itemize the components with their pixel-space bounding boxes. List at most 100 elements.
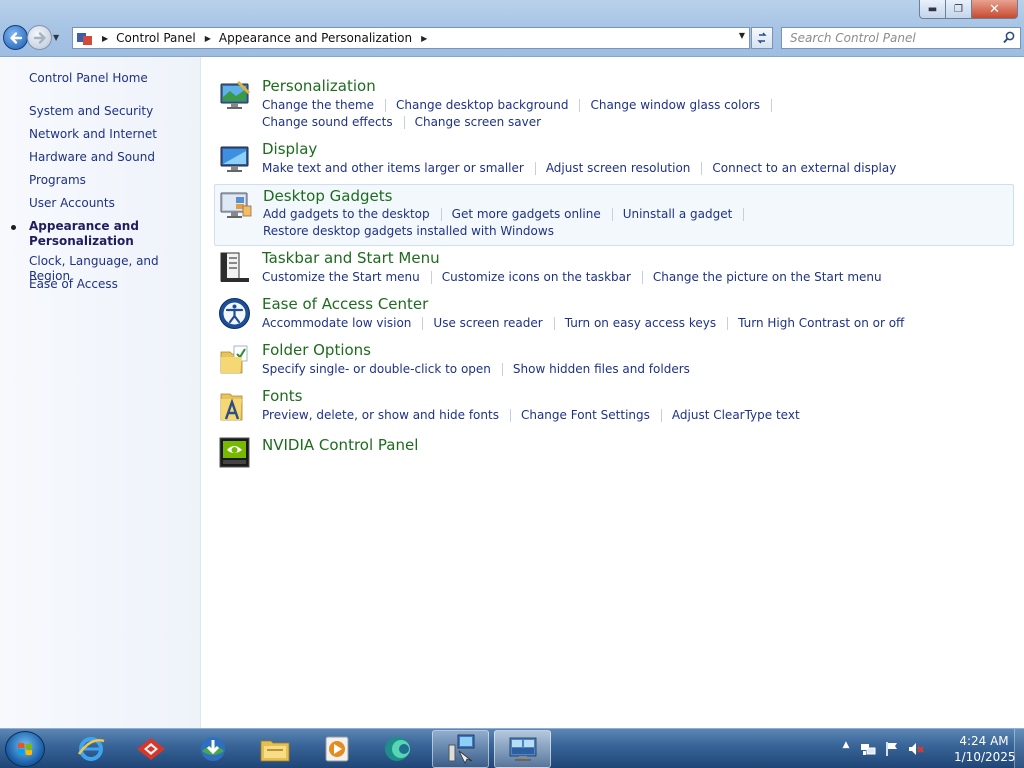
link-divider: [660, 408, 662, 422]
change-screen-saver-link[interactable]: Change screen saver: [415, 115, 542, 129]
preview-delete-fonts-link[interactable]: Preview, delete, or show and hide fonts: [262, 408, 499, 422]
category-nvidia-control-panel: NVIDIA Control Panel: [214, 434, 1014, 470]
personalization-links-row-1: Change the theme Change desktop backgrou…: [262, 98, 782, 112]
change-window-glass-colors-link[interactable]: Change window glass colors: [590, 98, 760, 112]
category-taskbar-start-menu: Taskbar and Start Menu Customize the Sta…: [214, 249, 1014, 289]
breadcrumb-chevron-icon[interactable]: ▶: [102, 34, 108, 43]
link-divider: [701, 161, 703, 175]
link-divider: [440, 207, 442, 221]
high-contrast-link[interactable]: Turn High Contrast on or off: [738, 316, 904, 330]
category-title-taskbar-start-menu[interactable]: Taskbar and Start Menu: [262, 249, 440, 267]
category-folder-options: Folder Options Specify single- or double…: [214, 341, 1014, 381]
file-explorer-icon[interactable]: [246, 730, 303, 768]
ease-links-row-1: Accommodate low vision Use screen reader…: [262, 316, 904, 330]
windows-logo-icon: [18, 742, 32, 756]
teal-app-icon[interactable]: [370, 730, 427, 768]
clock-date: 1/10/2025: [954, 750, 1016, 764]
breadcrumb-control-panel[interactable]: Control Panel: [116, 31, 196, 45]
refresh-icon: [757, 32, 767, 44]
make-text-larger-link[interactable]: Make text and other items larger or smal…: [262, 161, 524, 175]
control-panel-app-icon[interactable]: [432, 730, 489, 768]
media-player-icon[interactable]: [308, 730, 365, 768]
search-input[interactable]: [790, 31, 990, 45]
accommodate-low-vision-link[interactable]: Accommodate low vision: [262, 316, 411, 330]
connect-external-display-link[interactable]: Connect to an external display: [712, 161, 896, 175]
get-more-gadgets-link[interactable]: Get more gadgets online: [452, 207, 601, 221]
taskbar-links-row-1: Customize the Start menu Customize icons…: [262, 270, 882, 284]
category-title-nvidia[interactable]: NVIDIA Control Panel: [262, 436, 418, 454]
volume-muted-icon[interactable]: [908, 741, 924, 757]
category-personalization: Personalization Change the theme Change …: [214, 77, 1014, 133]
start-button[interactable]: [5, 731, 45, 767]
close-button[interactable]: ✕: [972, 0, 1018, 19]
category-title-folder-options[interactable]: Folder Options: [262, 341, 371, 359]
display-icon: [220, 146, 249, 172]
add-gadgets-link[interactable]: Add gadgets to the desktop: [263, 207, 430, 221]
remote-desktop-icon[interactable]: [494, 730, 551, 768]
address-dropdown-icon[interactable]: ▼: [739, 31, 745, 40]
customize-taskbar-icons-link[interactable]: Customize icons on the taskbar: [442, 270, 631, 284]
sidebar-item-programs[interactable]: Programs: [29, 173, 199, 188]
breadcrumb-chevron-icon[interactable]: ▶: [421, 34, 427, 43]
sidebar-item-ease-of-access[interactable]: Ease of Access: [29, 277, 199, 292]
category-title-desktop-gadgets[interactable]: Desktop Gadgets: [263, 187, 392, 205]
change-sound-effects-link[interactable]: Change sound effects: [262, 115, 393, 129]
current-section-bullet-icon: [11, 225, 16, 230]
back-arrow-icon: [9, 31, 22, 44]
sidebar-item-network-internet[interactable]: Network and Internet: [29, 127, 199, 142]
red-app-icon[interactable]: [122, 730, 179, 768]
show-hidden-files-link[interactable]: Show hidden files and folders: [513, 362, 690, 376]
link-divider: [743, 207, 745, 221]
customize-start-menu-link[interactable]: Customize the Start menu: [262, 270, 420, 284]
adjust-cleartype-link[interactable]: Adjust ClearType text: [672, 408, 800, 422]
easy-access-keys-link[interactable]: Turn on easy access keys: [565, 316, 716, 330]
category-title-fonts[interactable]: Fonts: [262, 387, 302, 405]
category-title-display[interactable]: Display: [262, 140, 317, 158]
link-divider: [430, 270, 432, 284]
uninstall-gadget-link[interactable]: Uninstall a gadget: [623, 207, 733, 221]
show-hidden-icons-icon[interactable]: ▲: [838, 740, 854, 756]
link-divider: [579, 98, 581, 112]
address-bar[interactable]: ▶ Control Panel ▶ Appearance and Persona…: [72, 27, 750, 49]
use-screen-reader-link[interactable]: Use screen reader: [433, 316, 542, 330]
restore-gadgets-link[interactable]: Restore desktop gadgets installed with W…: [263, 224, 554, 238]
gadgets-links-row-1: Add gadgets to the desktop Get more gadg…: [263, 207, 754, 221]
forward-arrow-icon: [33, 31, 46, 44]
action-center-flag-icon[interactable]: [884, 741, 900, 757]
adjust-screen-resolution-link[interactable]: Adjust screen resolution: [546, 161, 691, 175]
system-clock[interactable]: 4:24 AM 1/10/2025: [954, 733, 1016, 765]
network-icon[interactable]: [860, 741, 876, 757]
show-desktop-button[interactable]: [1014, 729, 1024, 768]
change-font-settings-link[interactable]: Change Font Settings: [521, 408, 650, 422]
category-display: Display Make text and other items larger…: [214, 140, 1014, 180]
fonts-links-row-1: Preview, delete, or show and hide fonts …: [262, 408, 800, 422]
back-button[interactable]: [3, 25, 28, 50]
maximize-button[interactable]: ❐: [946, 0, 972, 19]
link-divider: [534, 161, 536, 175]
control-panel-home-link[interactable]: Control Panel Home: [29, 71, 148, 85]
internet-explorer-icon[interactable]: [62, 730, 119, 768]
taskbar-icon: [220, 252, 249, 282]
forward-button[interactable]: [27, 25, 52, 50]
category-title-ease-of-access-center[interactable]: Ease of Access Center: [262, 295, 428, 313]
breadcrumb-chevron-icon[interactable]: ▶: [205, 34, 211, 43]
search-icon[interactable]: [1003, 31, 1015, 44]
refresh-button[interactable]: [751, 27, 773, 49]
recent-pages-dropdown[interactable]: ▼: [53, 33, 63, 42]
category-title-personalization[interactable]: Personalization: [262, 77, 376, 95]
minimize-button[interactable]: ▬: [919, 0, 946, 19]
download-manager-icon[interactable]: [184, 730, 241, 768]
search-box[interactable]: [781, 27, 1021, 49]
change-desktop-background-link[interactable]: Change desktop background: [396, 98, 568, 112]
single-double-click-link[interactable]: Specify single- or double-click to open: [262, 362, 491, 376]
change-start-menu-picture-link[interactable]: Change the picture on the Start menu: [653, 270, 882, 284]
link-divider: [611, 207, 613, 221]
sidebar-item-user-accounts[interactable]: User Accounts: [29, 196, 199, 211]
folder-options-icon: [220, 345, 248, 374]
link-divider: [501, 362, 503, 376]
sidebar-item-system-security[interactable]: System and Security: [29, 104, 199, 119]
breadcrumb-appearance[interactable]: Appearance and Personalization: [219, 31, 412, 45]
change-theme-link[interactable]: Change the theme: [262, 98, 374, 112]
sidebar-item-hardware-sound[interactable]: Hardware and Sound: [29, 150, 199, 165]
personalization-links-row-2: Change sound effects Change screen saver: [262, 115, 541, 129]
